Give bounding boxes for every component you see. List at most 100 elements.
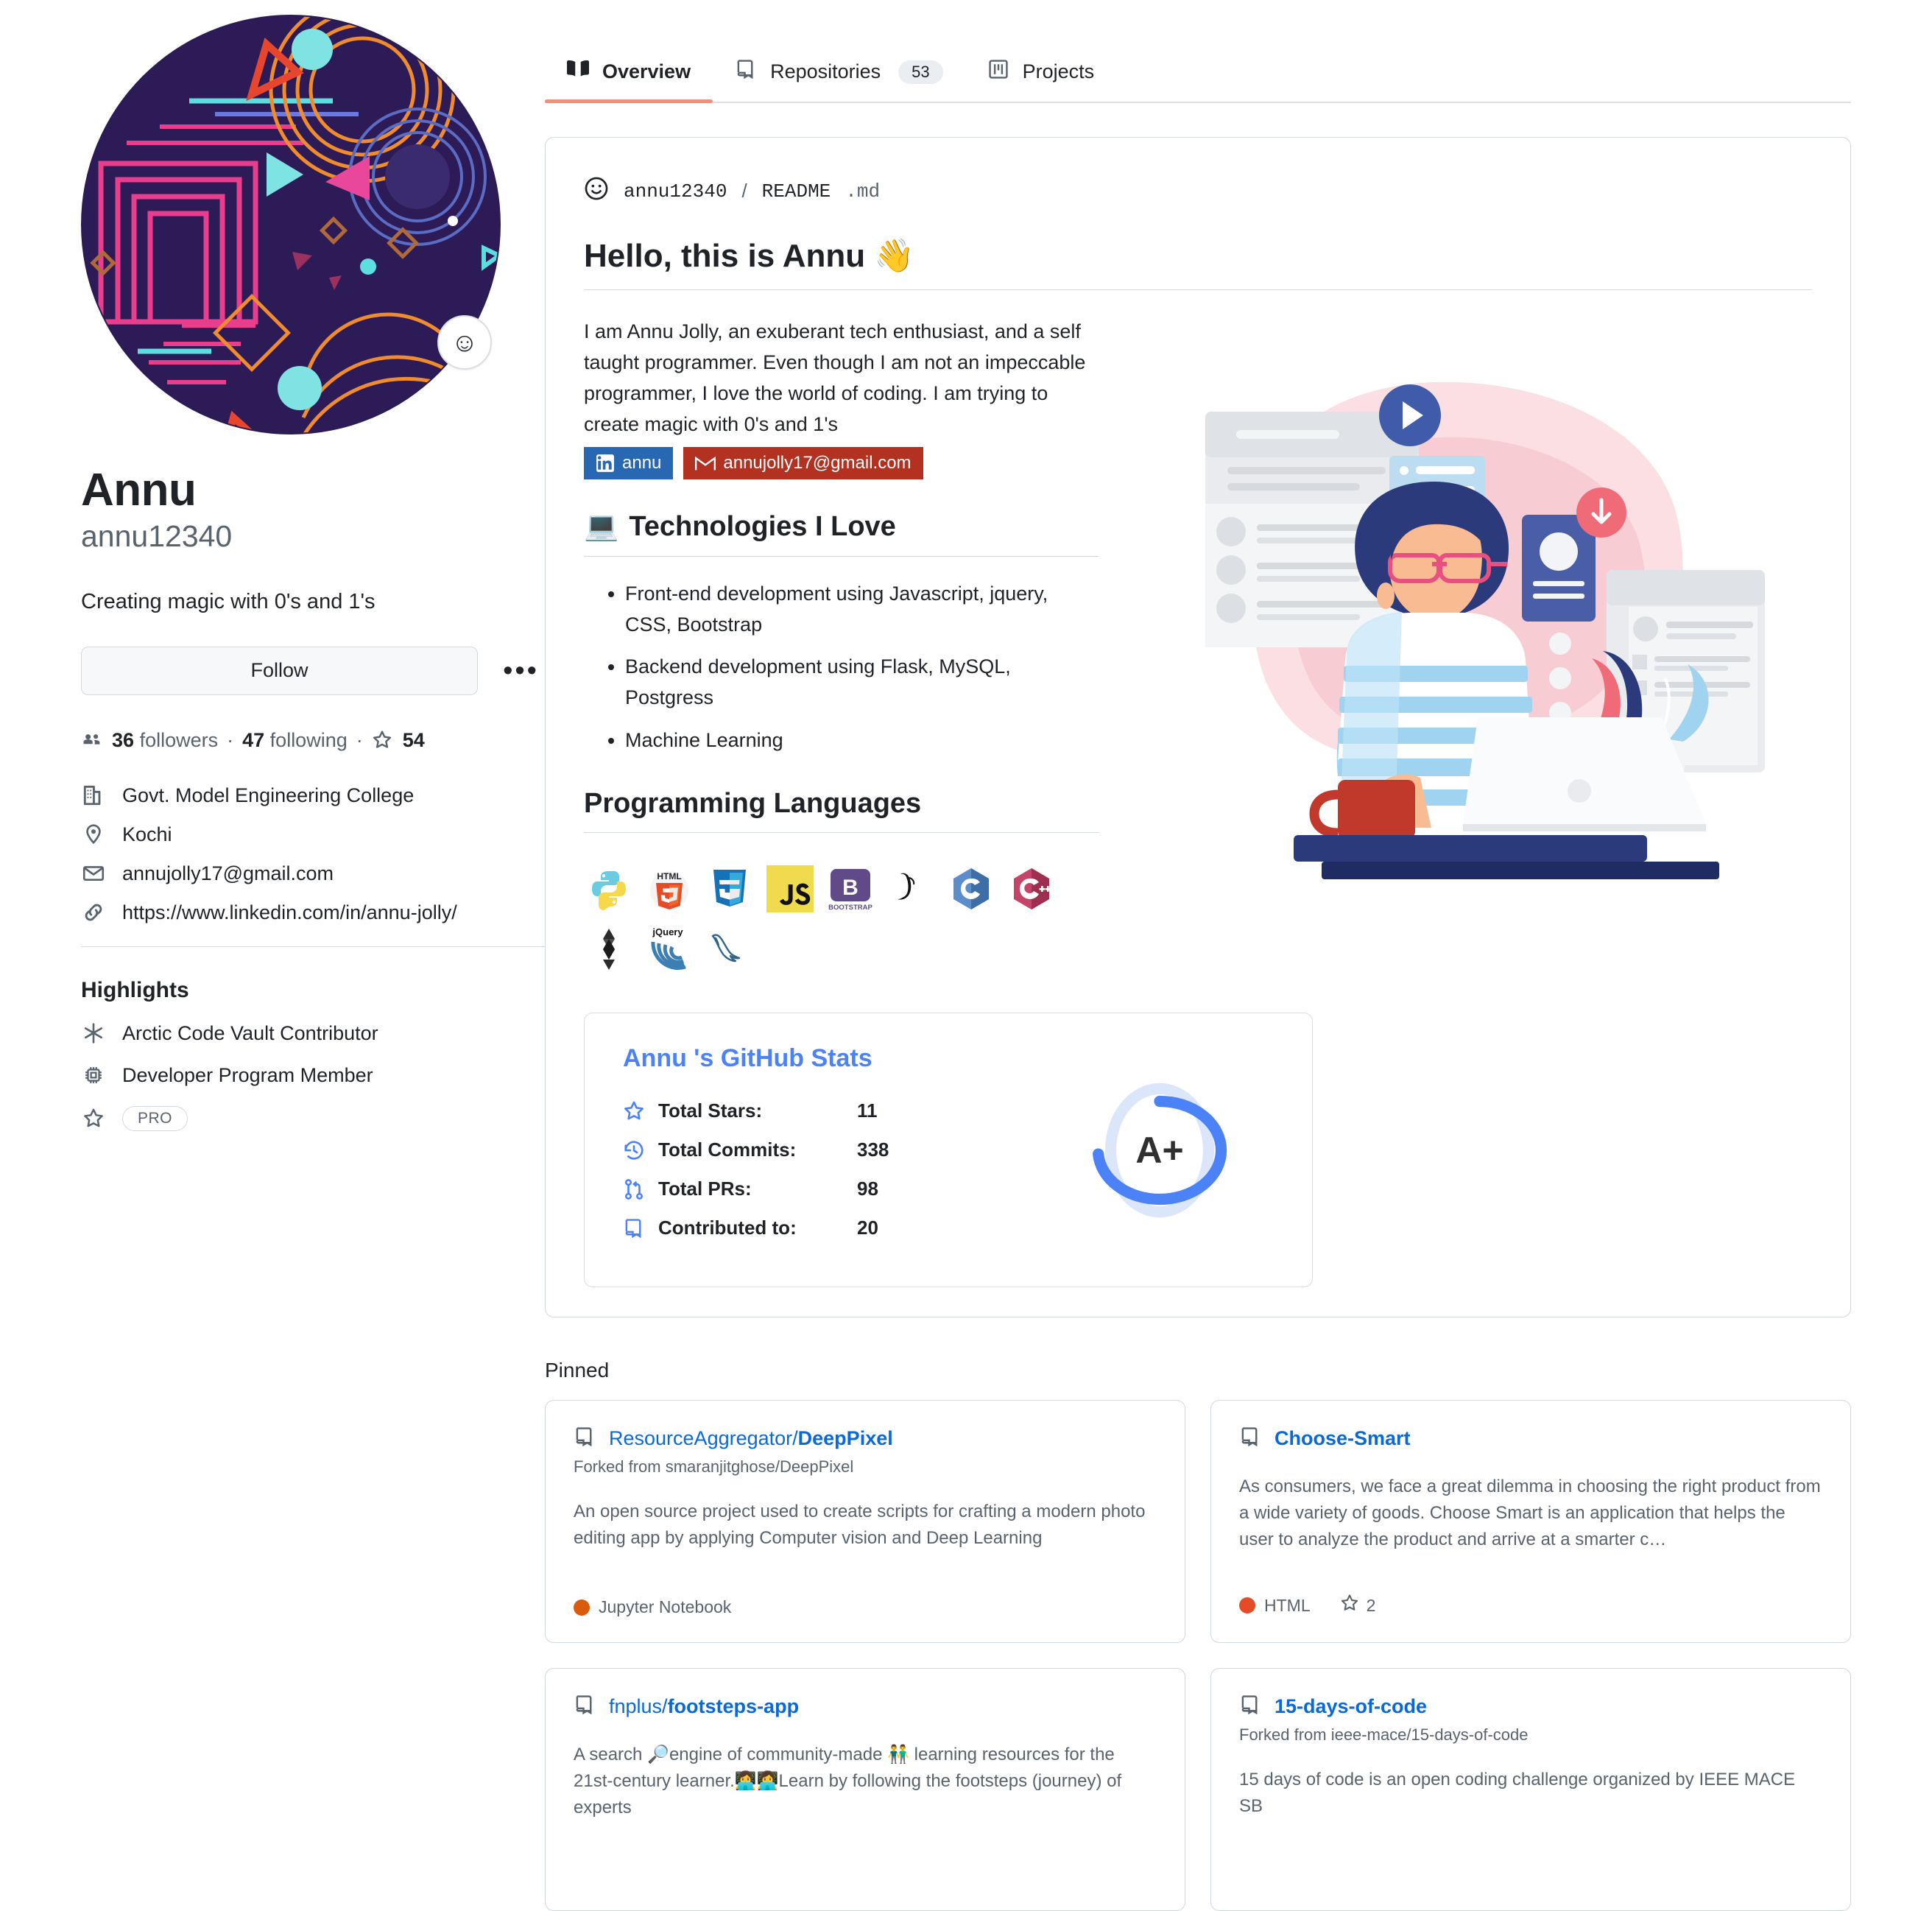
following-label: following bbox=[269, 728, 348, 751]
avatar[interactable] bbox=[81, 15, 501, 434]
profile-stats: 36 followers · 47 following · 54 bbox=[81, 729, 545, 752]
profile-login: annu12340 bbox=[81, 519, 233, 554]
pinned-footer: Jupyter Notebook bbox=[574, 1597, 1157, 1617]
tab-projects[interactable]: Projects bbox=[965, 58, 1117, 102]
tab-repositories-label: Repositories bbox=[770, 60, 881, 82]
languages-heading: Programming Languages bbox=[584, 786, 1099, 834]
pinned-language-label: Jupyter Notebook bbox=[599, 1597, 732, 1617]
highlights-title: Highlights bbox=[81, 977, 189, 1002]
website-link[interactable]: https://www.linkedin.com/in/annu-jolly/ bbox=[122, 901, 457, 924]
pinned-language: HTML bbox=[1239, 1596, 1311, 1616]
status-emoji-badge[interactable]: ☺ bbox=[437, 315, 492, 370]
meta-location: Kochi bbox=[81, 823, 545, 846]
pinned-repo-link[interactable]: fnplus/footsteps-app bbox=[609, 1695, 799, 1718]
pinned-repo-name: DeepPixel bbox=[797, 1427, 893, 1450]
stat-separator-1: · bbox=[227, 728, 234, 751]
profile-sidebar: ☺ Annu annu12340 Creating magic with 0's… bbox=[0, 0, 545, 1911]
stats-row-value: 338 bbox=[857, 1138, 889, 1161]
profile-bio: Creating magic with 0's and 1's bbox=[81, 590, 376, 614]
pinned-repo-link[interactable]: 15-days-of-code bbox=[1275, 1695, 1427, 1718]
developer-program-icon bbox=[81, 1064, 106, 1086]
tab-overview[interactable]: Overview bbox=[545, 58, 713, 103]
pinned-stars[interactable]: 2 bbox=[1340, 1594, 1375, 1617]
highlight-arctic-vault-label: Arctic Code Vault Contributor bbox=[122, 1021, 378, 1044]
pinned-card-header: fnplus/footsteps-app bbox=[574, 1694, 1157, 1720]
profile-main: Overview Repositories 53 Projects annu12… bbox=[545, 0, 1932, 1911]
tab-repositories[interactable]: Repositories 53 bbox=[713, 58, 965, 102]
readme-columns: I am Annu Jolly, an exuberant tech enthu… bbox=[584, 290, 1812, 974]
pinned-card-header: 15-days-of-code bbox=[1239, 1694, 1822, 1720]
star-icon bbox=[623, 1100, 658, 1122]
stars-count[interactable]: 54 bbox=[403, 729, 425, 752]
avatar-wrapper: ☺ bbox=[81, 15, 501, 434]
pinned-repo-link[interactable]: ResourceAggregator/DeepPixel bbox=[609, 1427, 893, 1450]
pinned-forked-from: Forked from ieee-mace/15-days-of-code bbox=[1239, 1725, 1529, 1745]
people-icon bbox=[81, 730, 102, 750]
readme-intro: I am Annu Jolly, an exuberant tech enthu… bbox=[584, 320, 1086, 435]
repo-icon bbox=[623, 1217, 658, 1239]
pinned-title: Pinned bbox=[545, 1359, 610, 1382]
pinned-card-choose-smart[interactable]: Choose-Smart As consumers, we face a gre… bbox=[1210, 1400, 1851, 1644]
svg-text:BOOTSTRAP: BOOTSTRAP bbox=[828, 904, 872, 912]
technologies-item: Machine Learning bbox=[625, 725, 1099, 756]
highlight-developer-program-label: Developer Program Member bbox=[122, 1063, 373, 1086]
github-stats-card: Annu 's GitHub Stats Total Stars: 11 Tot… bbox=[584, 1013, 1313, 1288]
following-count: 47 bbox=[242, 728, 265, 751]
pinned-description: A search 🔎engine of community-made 👬 lea… bbox=[574, 1745, 1122, 1818]
following-link[interactable]: 47 following bbox=[242, 729, 348, 752]
language-color-dot bbox=[1239, 1597, 1255, 1614]
rank-grade: A+ bbox=[1135, 1129, 1184, 1171]
github-stats-rows: Total Stars: 11 Total Commits: 338 Total… bbox=[623, 1099, 1090, 1239]
email-link[interactable]: annujolly17@gmail.com bbox=[122, 862, 334, 885]
smiley-icon bbox=[584, 176, 609, 206]
meta-organization: Govt. Model Engineering College bbox=[81, 784, 545, 807]
star-icon bbox=[372, 730, 392, 750]
follow-button[interactable]: Follow bbox=[81, 646, 479, 695]
pinned-card-deeppixel[interactable]: ResourceAggregator/DeepPixel Forked from… bbox=[545, 1400, 1185, 1644]
stats-row-label: Total Stars: bbox=[658, 1099, 763, 1122]
readme-filename[interactable]: README bbox=[762, 180, 831, 203]
location-text: Kochi bbox=[122, 823, 172, 845]
pinned-repo-owner: fnplus/ bbox=[609, 1695, 668, 1718]
meta-website[interactable]: https://www.linkedin.com/in/annu-jolly/ bbox=[81, 901, 545, 924]
technologies-list: Front-end development using Javascript, … bbox=[584, 579, 1099, 756]
pinned-repo-link[interactable]: Choose-Smart bbox=[1275, 1427, 1411, 1450]
project-icon bbox=[987, 58, 1009, 85]
followers-label: followers bbox=[139, 728, 219, 751]
pinned-card-footsteps-app[interactable]: fnplus/footsteps-app A search 🔎engine of… bbox=[545, 1668, 1185, 1911]
woman-coding-illustration bbox=[1154, 320, 1772, 883]
readme-text-column: I am Annu Jolly, an exuberant tech enthu… bbox=[584, 290, 1099, 974]
link-icon bbox=[81, 901, 106, 923]
readme-path-separator: / bbox=[741, 180, 747, 202]
stats-row-label: Contributed to: bbox=[658, 1217, 797, 1239]
readme-owner[interactable]: annu12340 bbox=[624, 180, 727, 203]
highlight-developer-program[interactable]: Developer Program Member bbox=[81, 1064, 545, 1087]
stats-row-value: 98 bbox=[857, 1178, 878, 1200]
gmail-icon bbox=[695, 455, 716, 471]
profile-tabs: Overview Repositories 53 Projects bbox=[545, 0, 1851, 103]
highlight-arctic-vault[interactable]: Arctic Code Vault Contributor bbox=[81, 1022, 545, 1045]
javascript-icon bbox=[765, 864, 815, 914]
pinned-footer: HTML 2 bbox=[1239, 1594, 1822, 1617]
pinned-repo-owner: ResourceAggregator/ bbox=[609, 1427, 798, 1450]
organization-icon bbox=[81, 784, 106, 806]
stats-row-label: Total Commits: bbox=[658, 1138, 797, 1161]
gmail-badge[interactable]: annujolly17@gmail.com bbox=[683, 447, 923, 480]
stats-row-label: Total PRs: bbox=[658, 1178, 752, 1200]
technologies-item: Front-end development using Javascript, … bbox=[625, 579, 1099, 641]
linkedin-badge[interactable]: annu bbox=[584, 447, 674, 480]
stats-row-value: 11 bbox=[857, 1099, 878, 1122]
book-icon bbox=[567, 58, 589, 85]
more-options-button[interactable]: ••• bbox=[497, 657, 545, 685]
svg-text:jQuery: jQuery bbox=[652, 926, 683, 937]
solidity-icon bbox=[584, 924, 634, 974]
pinned-card-15-days-of-code[interactable]: 15-days-of-code Forked from ieee-mace/15… bbox=[1210, 1668, 1851, 1911]
followers-link[interactable]: 36 followers bbox=[112, 729, 218, 752]
readme-illustration-column bbox=[1114, 290, 1812, 883]
technologies-heading: 💻 Technologies I Love bbox=[584, 509, 1099, 557]
svg-text:HTML: HTML bbox=[657, 871, 681, 881]
cplusplus-icon bbox=[1006, 864, 1057, 914]
arctic-vault-icon bbox=[81, 1022, 106, 1044]
github-stats-title: Annu 's GitHub Stats bbox=[623, 1044, 872, 1073]
meta-email[interactable]: annujolly17@gmail.com bbox=[81, 862, 545, 885]
